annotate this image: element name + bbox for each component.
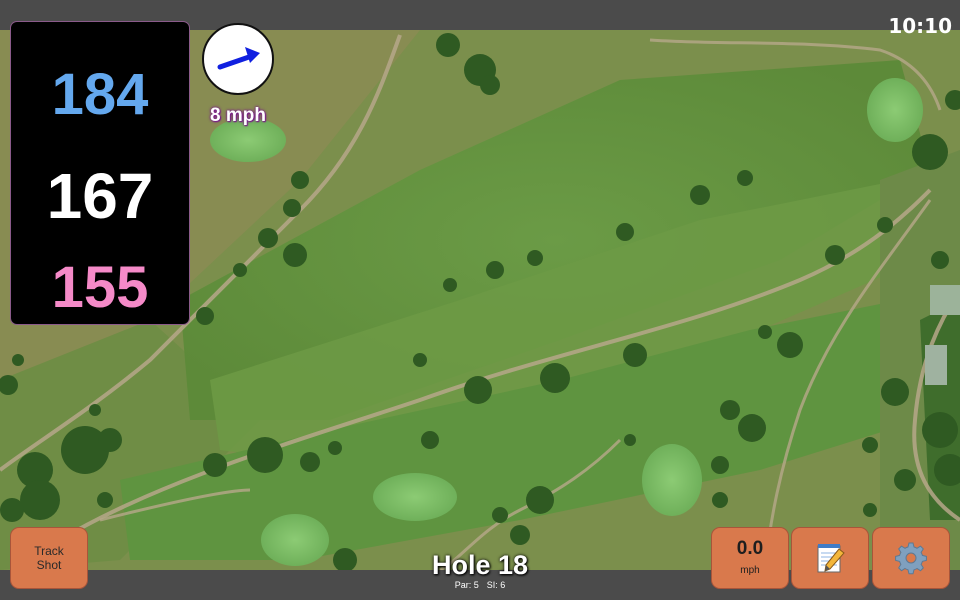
- settings-button[interactable]: [873, 528, 949, 588]
- wind-speed-label: 8 mph: [210, 105, 266, 126]
- wind-direction-arrow-icon: [217, 47, 260, 70]
- track-shot-button[interactable]: Track Shot: [11, 528, 87, 588]
- status-time: 10:10: [888, 14, 952, 38]
- notepad-pencil-icon: [817, 544, 845, 573]
- distance-front: 155: [51, 255, 149, 320]
- gear-icon: [895, 542, 927, 575]
- notes-button[interactable]: [792, 528, 868, 588]
- wind-direction-indicator: [202, 23, 274, 95]
- hole-details: Par: 5 SI: 6: [380, 580, 580, 591]
- distance-back: 184: [51, 62, 149, 127]
- hole-info: Hole 18 Par: 5 SI: 6: [380, 550, 580, 591]
- track-shot-label-line1: Track: [34, 544, 64, 558]
- speed-button[interactable]: 0.0 mph: [712, 528, 788, 588]
- hole-title: Hole 18: [431, 550, 529, 580]
- distance-center: 167: [46, 160, 154, 232]
- golf-gps-screen: 10:10 184 167 155 8 mph Track Shot Hole …: [0, 0, 960, 600]
- track-shot-label-line2: Shot: [36, 558, 62, 572]
- track-shot-label: Track Shot: [11, 544, 87, 572]
- speed-value: 0.0: [736, 538, 764, 559]
- distance-panel: 184 167 155: [11, 22, 189, 324]
- hole-par: Par: 5: [454, 580, 479, 590]
- hole-stroke-index: SI: 6: [486, 580, 506, 590]
- speed-unit: mph: [740, 565, 760, 576]
